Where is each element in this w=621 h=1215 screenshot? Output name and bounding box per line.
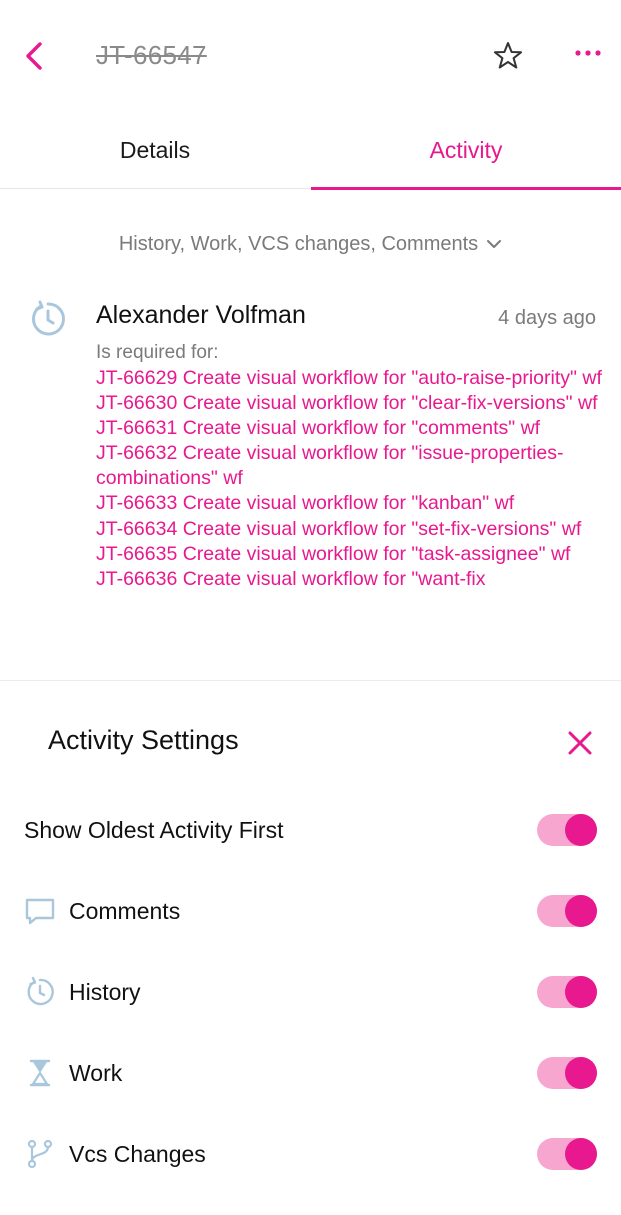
history-icon (27, 976, 54, 1006)
activity-item: Alexander Volfman 4 days ago Is required… (0, 295, 621, 680)
linked-issue-link[interactable]: JT-66631 Create visual workflow for "com… (96, 416, 606, 441)
history-toggle[interactable] (537, 976, 597, 1008)
chevron-left-icon (26, 42, 42, 70)
toggle-knob (565, 895, 597, 927)
ellipsis-icon (575, 50, 601, 56)
vcs-branch-icon (27, 1139, 53, 1169)
toggle-knob (565, 976, 597, 1008)
history-icon (32, 300, 65, 336)
activity-filter-dropdown[interactable]: History, Work, VCS changes, Comments (0, 228, 621, 260)
header-bar: JT-66547 (0, 0, 621, 112)
star-icon (494, 42, 522, 69)
tab-bar: Details Activity (0, 112, 621, 190)
work-toggle[interactable] (537, 1057, 597, 1089)
linked-issue-link[interactable]: JT-66636 Create visual workflow for "wan… (96, 567, 606, 592)
toggle-knob (565, 1057, 597, 1089)
setting-row-work: Work (0, 1043, 621, 1103)
setting-label: Work (69, 1060, 123, 1086)
linked-issues-list: JT-66629 Create visual workflow for "aut… (96, 366, 606, 592)
toggle-knob (565, 1138, 597, 1170)
hourglass-icon (29, 1059, 51, 1087)
linked-issue-link[interactable]: JT-66632 Create visual workflow for "iss… (96, 441, 606, 491)
activity-settings-sheet: Activity Settings Show Oldest Activity F… (0, 680, 621, 1215)
setting-label: History (69, 979, 141, 1005)
close-button[interactable] (566, 729, 594, 757)
chevron-down-icon (487, 240, 502, 248)
star-button[interactable] (492, 40, 524, 72)
oldest-first-toggle[interactable] (537, 814, 597, 846)
linked-issue-link[interactable]: JT-66633 Create visual workflow for "kan… (96, 491, 606, 516)
tab-activity[interactable]: Activity (311, 112, 621, 188)
sheet-title: Activity Settings (48, 725, 239, 755)
setting-row-vcs-changes: Vcs Changes (0, 1124, 621, 1184)
back-button[interactable] (20, 38, 50, 74)
setting-label: Show Oldest Activity First (24, 817, 284, 843)
setting-row-oldest-first: Show Oldest Activity First (0, 800, 621, 860)
vcs-changes-toggle[interactable] (537, 1138, 597, 1170)
linked-issue-link[interactable]: JT-66635 Create visual workflow for "tas… (96, 542, 606, 567)
linked-issue-link[interactable]: JT-66634 Create visual workflow for "set… (96, 517, 606, 542)
tab-details[interactable]: Details (0, 112, 310, 188)
setting-label: Comments (69, 898, 181, 924)
activity-timestamp: 4 days ago (498, 307, 596, 329)
activity-filter-label: History, Work, VCS changes, Comments (118, 232, 479, 255)
comments-toggle[interactable] (537, 895, 597, 927)
more-options-button[interactable] (572, 40, 604, 68)
toggle-knob (565, 814, 597, 846)
relation-label: Is required for: (96, 342, 219, 363)
linked-issue-link[interactable]: JT-66629 Create visual workflow for "aut… (96, 366, 606, 391)
setting-row-history: History (0, 962, 621, 1022)
close-icon (568, 731, 592, 755)
active-tab-indicator (311, 187, 621, 190)
issue-id-title: JT-66547 (96, 40, 207, 70)
activity-author: Alexander Volfman (96, 301, 306, 329)
comment-icon (25, 898, 55, 925)
setting-row-comments: Comments (0, 881, 621, 941)
setting-label: Vcs Changes (69, 1141, 206, 1167)
linked-issue-link[interactable]: JT-66630 Create visual workflow for "cle… (96, 391, 606, 416)
